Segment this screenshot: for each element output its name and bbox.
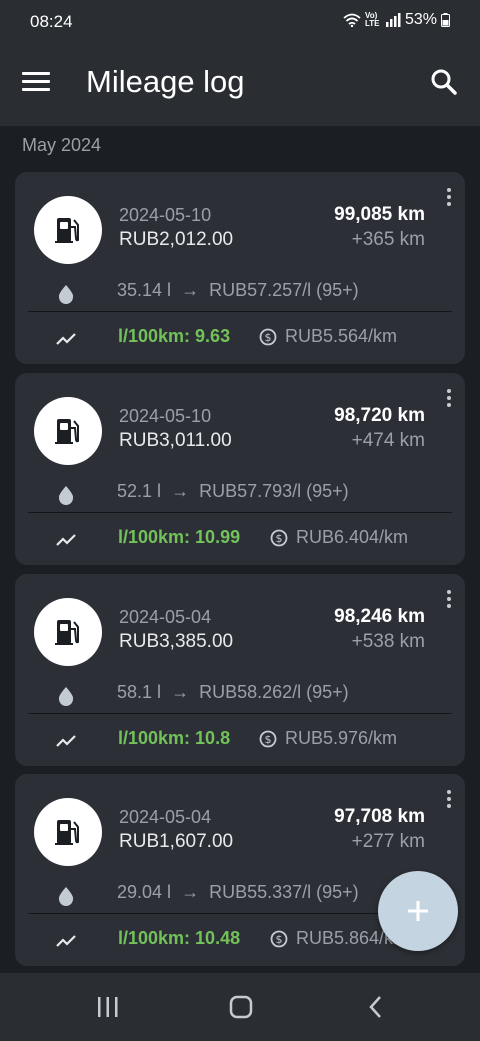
fuel-volume-price: 35.14 l → RUB57.257/l (95+) [117, 280, 359, 300]
more-vertical-icon[interactable] [443, 188, 455, 208]
entry-odometer: 98,246 km [334, 606, 425, 627]
month-section-header: May 2024 [22, 135, 102, 155]
entry-distance: +365 km [351, 229, 425, 250]
recent-apps-icon[interactable] [88, 991, 128, 1023]
divider [28, 311, 452, 312]
cost-per-km: $ RUB6.404/km [270, 527, 408, 548]
home-icon[interactable] [221, 991, 261, 1023]
svg-text:$: $ [265, 733, 272, 746]
entry-cost: RUB1,607.00 [119, 831, 234, 852]
water-drop-icon [57, 686, 75, 711]
fuel-entry-card[interactable]: 2024-05-10 RUB3,011.00 98,720 km +474 km… [15, 373, 465, 565]
fuel-pump-icon [34, 196, 102, 264]
fuel-pump-icon [34, 397, 102, 465]
fuel-volume-price: 52.1 l → RUB57.793/l (95+) [117, 481, 349, 501]
fuel-consumption: l/100km: 10.99 [118, 527, 241, 547]
fuel-entry-card[interactable]: 2024-05-10 RUB2,012.00 99,085 km +365 km… [15, 172, 465, 364]
svg-text:$: $ [276, 933, 283, 946]
dollar-circle-icon: $ [270, 529, 288, 546]
water-drop-icon [57, 886, 75, 911]
entry-cost: RUB2,012.00 [119, 229, 234, 250]
plus-icon [408, 901, 428, 921]
fuel-pump-icon [34, 598, 102, 666]
page-title: Mileage log [86, 64, 245, 99]
trending-line-icon [56, 332, 76, 350]
entry-cost: RUB3,011.00 [119, 430, 232, 451]
svg-text:$: $ [276, 532, 283, 545]
fuel-consumption: l/100km: 10.48 [118, 928, 241, 948]
trending-line-icon [56, 533, 76, 551]
entry-date: 2024-05-10 [119, 406, 212, 426]
signal-icon [385, 13, 401, 27]
hamburger-menu-icon[interactable] [22, 68, 58, 98]
svg-text:$: $ [265, 331, 272, 344]
dollar-circle-icon: $ [270, 930, 288, 947]
status-icons: Vo) LTE 53% [343, 11, 450, 29]
app-bar: Mileage log [0, 44, 480, 126]
entry-distance: +277 km [351, 831, 425, 852]
entry-distance: +538 km [351, 631, 425, 652]
entry-distance: +474 km [351, 430, 425, 451]
more-vertical-icon[interactable] [443, 790, 455, 810]
entry-odometer: 99,085 km [334, 204, 425, 225]
status-bar: 08:24 Vo) LTE 53% [0, 0, 480, 44]
back-icon[interactable] [356, 991, 396, 1023]
entry-odometer: 97,708 km [334, 806, 425, 827]
system-nav-bar [0, 973, 480, 1041]
add-entry-button[interactable] [378, 871, 458, 951]
divider [28, 512, 452, 513]
fuel-volume-price: 29.04 l → RUB55.337/l (95+) [117, 882, 359, 902]
entry-date: 2024-05-04 [119, 607, 212, 627]
wifi-icon [343, 13, 361, 27]
fuel-pump-icon [34, 798, 102, 866]
fuel-entry-card[interactable]: 2024-05-04 RUB3,385.00 98,246 km +538 km… [15, 574, 465, 766]
search-icon[interactable] [426, 64, 462, 100]
trending-line-icon [56, 934, 76, 952]
more-vertical-icon[interactable] [443, 590, 455, 610]
entry-date: 2024-05-10 [119, 205, 212, 225]
cost-per-km: $ RUB5.564/km [259, 326, 397, 347]
dollar-circle-icon: $ [259, 730, 277, 747]
more-vertical-icon[interactable] [443, 389, 455, 409]
status-time: 08:24 [30, 12, 73, 31]
fuel-volume-price: 58.1 l → RUB58.262/l (95+) [117, 682, 349, 702]
dollar-circle-icon: $ [259, 328, 277, 345]
battery-percent: 53% [404, 11, 437, 28]
water-drop-icon [57, 485, 75, 510]
water-drop-icon [57, 284, 75, 309]
entry-odometer: 98,720 km [334, 405, 425, 426]
battery-icon [441, 13, 450, 27]
fuel-consumption: l/100km: 10.8 [118, 728, 231, 748]
entry-date: 2024-05-04 [119, 807, 212, 827]
trending-line-icon [56, 734, 76, 752]
divider [28, 713, 452, 714]
volte-indicator: Vo) LTE [364, 11, 380, 28]
fuel-consumption: l/100km: 9.63 [118, 326, 231, 346]
entry-cost: RUB3,385.00 [119, 631, 234, 652]
cost-per-km: $ RUB5.976/km [259, 728, 397, 749]
